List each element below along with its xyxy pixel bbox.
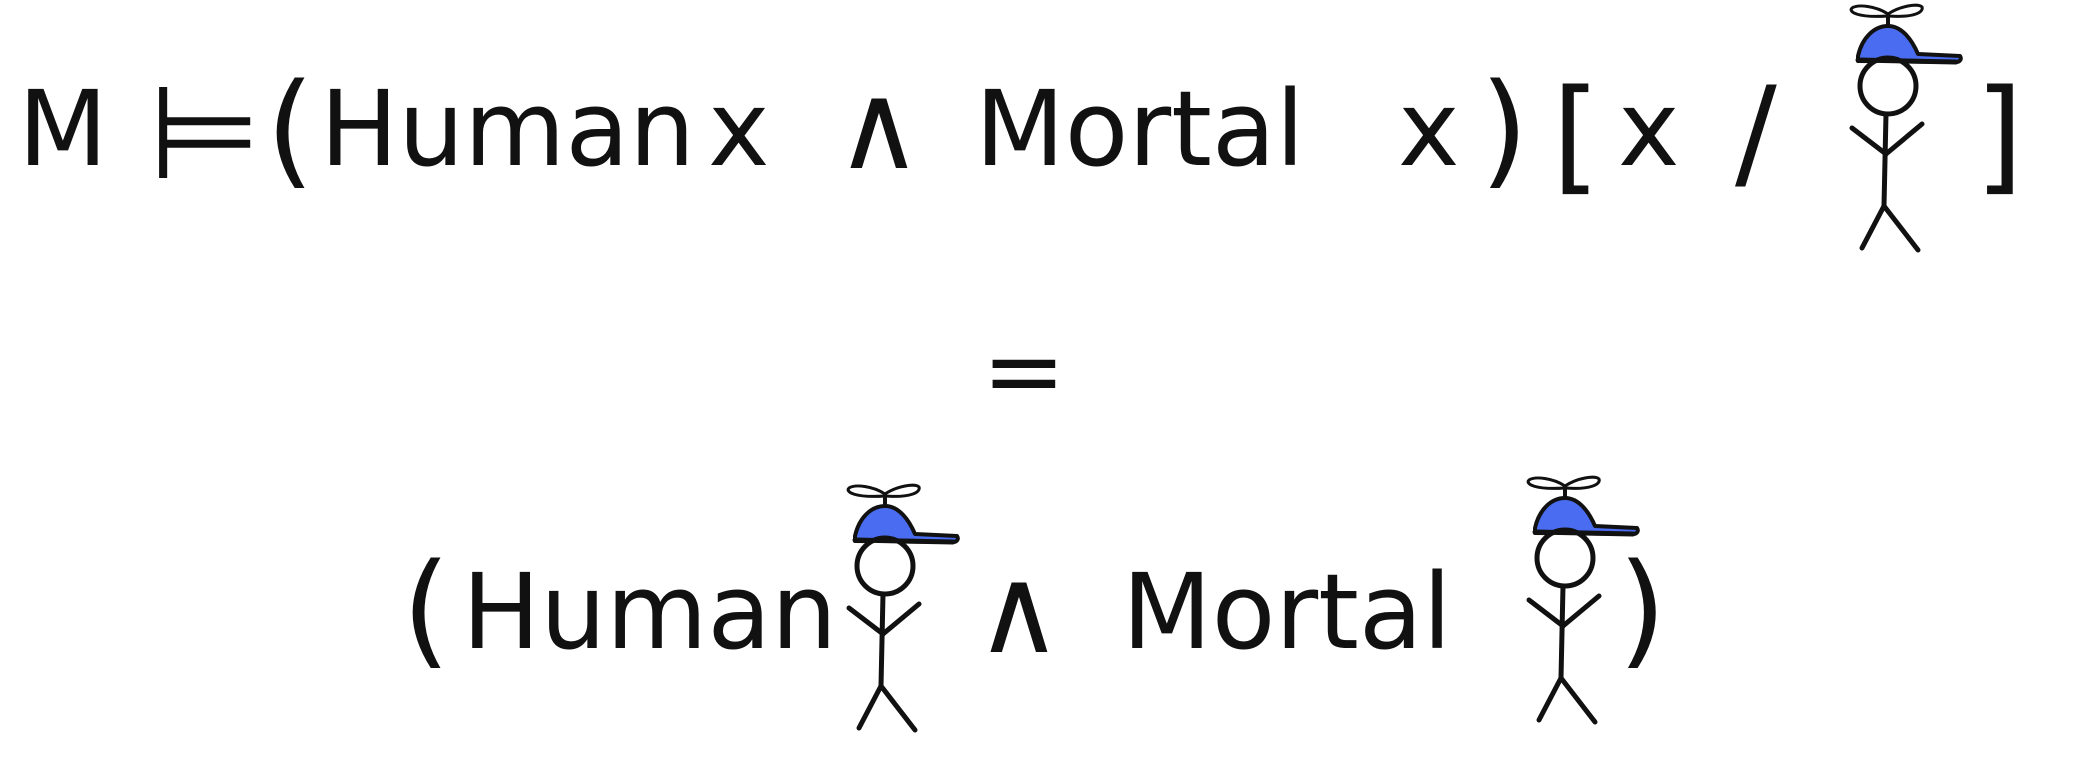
variable-x: x (708, 68, 770, 190)
line-3: ( Human ∧ Mortal ) (402, 538, 1666, 682)
predicate-mortal: Mortal (975, 68, 1305, 190)
left-paren: ( (402, 538, 450, 682)
variable-x: x (1618, 68, 1680, 190)
right-paren: ) (1618, 538, 1666, 682)
stick-figure-propeller-cap-icon (1851, 5, 1961, 250)
left-paren: ( (266, 58, 314, 202)
slash: / (1735, 61, 1777, 205)
entails-symbol: ⊨ (148, 57, 261, 209)
equals-sign: = (982, 312, 1066, 429)
predicate-human: Human (462, 551, 837, 673)
model-symbol: M (18, 68, 108, 190)
logic-substitution-diagram: M ⊨ ( Human x ∧ Mortal x ) [ x / ] = ( H… (18, 0, 2023, 767)
and-symbol: ∧ (835, 58, 923, 197)
predicate-human: Human (320, 68, 695, 190)
line-1: M ⊨ ( Human x ∧ Mortal x ) [ x / ] (18, 57, 2023, 209)
predicate-mortal: Mortal (1122, 551, 1452, 673)
stick-figure-propeller-cap-icon (848, 485, 958, 730)
right-paren: ) (1480, 58, 1528, 202)
right-bracket: ] (1975, 64, 2023, 208)
left-bracket: [ (1552, 64, 1600, 208)
and-symbol: ∧ (975, 542, 1063, 681)
variable-x: x (1398, 68, 1460, 190)
